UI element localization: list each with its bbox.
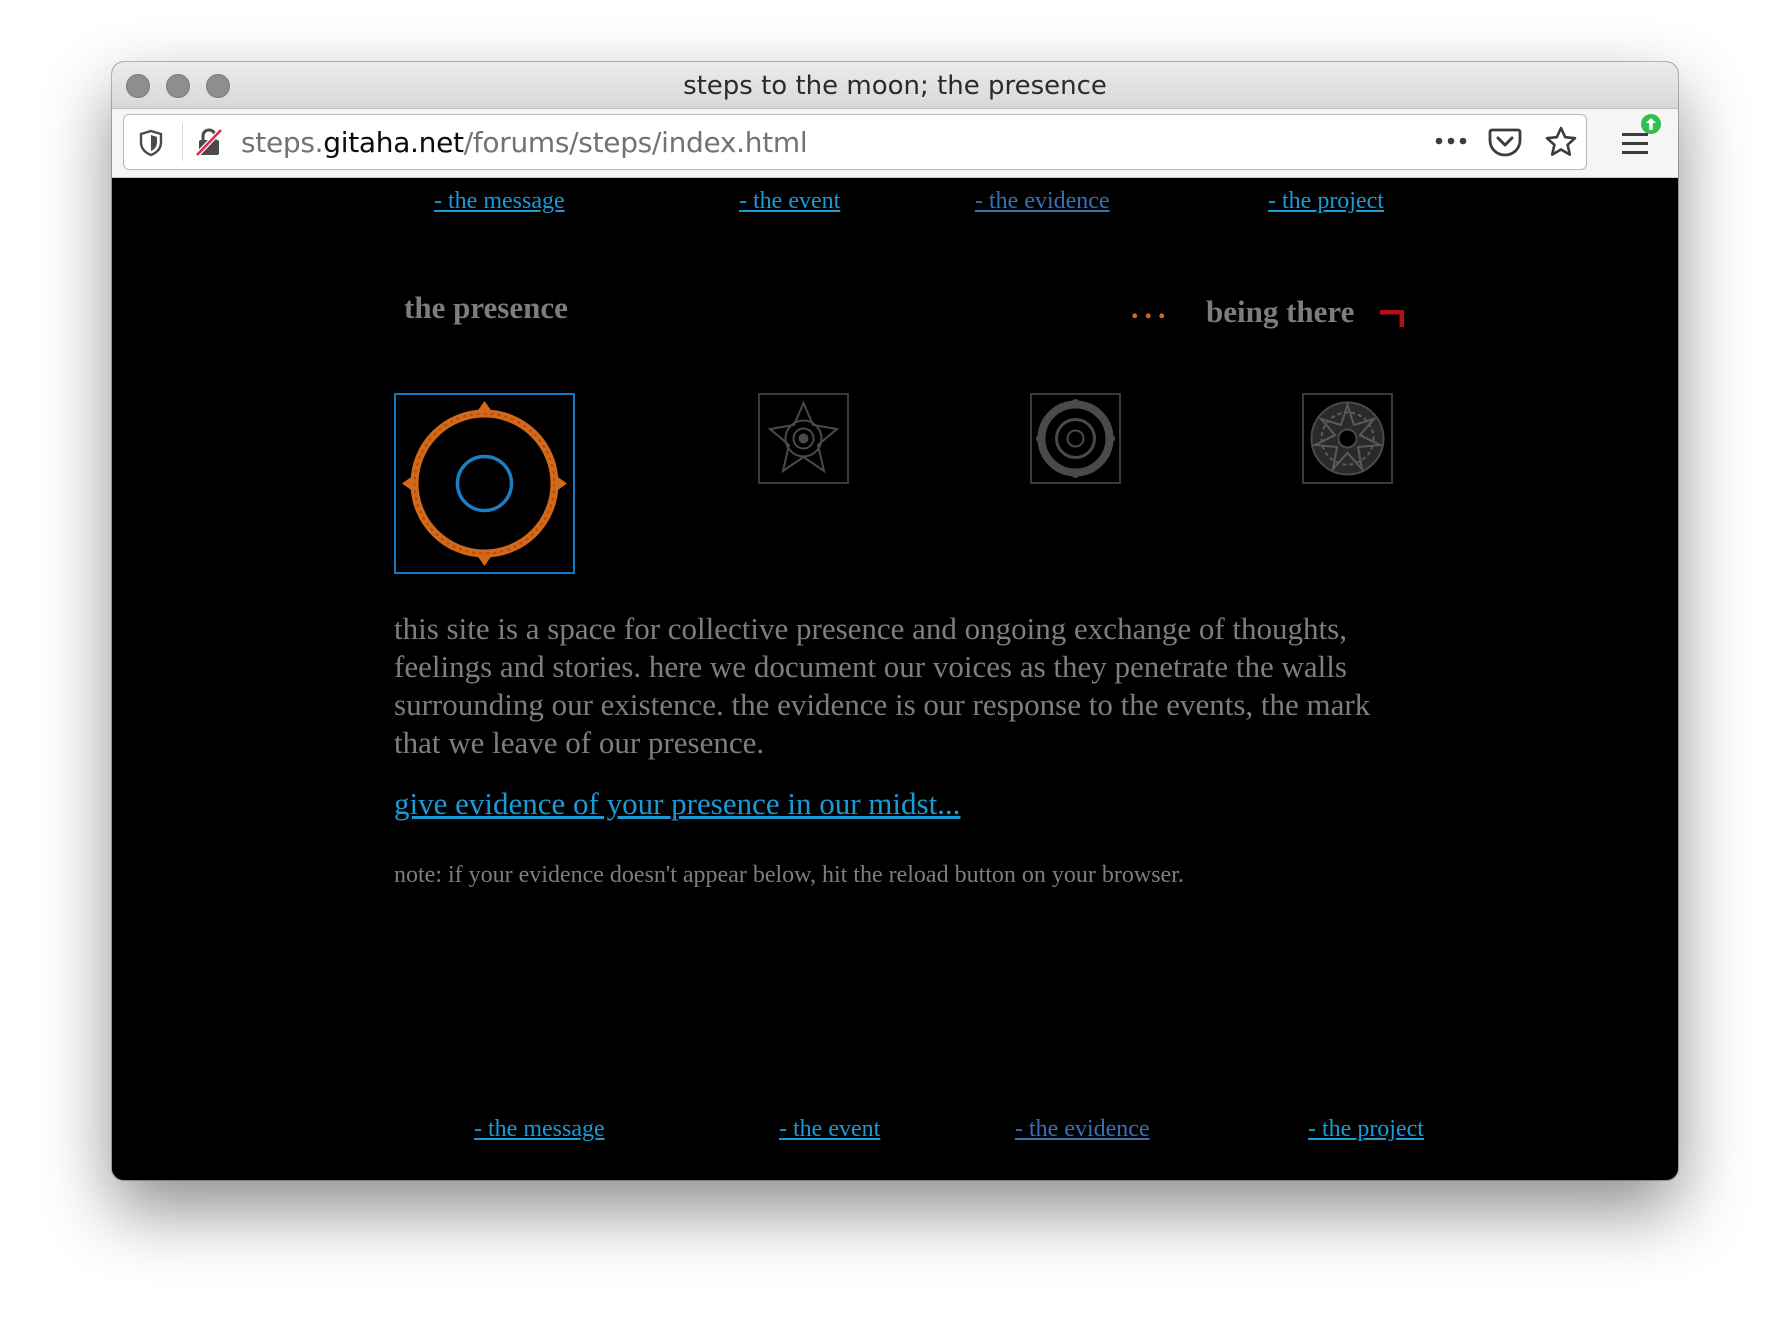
insecure-lock-icon[interactable]: [194, 127, 224, 162]
ellipsis-dots: ...: [1131, 292, 1172, 325]
page-heading: the presence: [404, 290, 568, 325]
star-mandala-icon: [767, 400, 840, 474]
url-bar[interactable]: steps.gitaha.net/forums/steps/index.html: [123, 114, 1587, 170]
intro-paragraph: this site is a space for collective pres…: [394, 611, 1371, 760]
url-prefix: steps.: [241, 126, 324, 159]
more-actions-icon[interactable]: [1434, 131, 1468, 156]
ornate-mandala-icon: [1310, 401, 1385, 476]
nav-bottom-evidence-link[interactable]: - the evidence: [1015, 1116, 1150, 1143]
page-content: - the message - the event - the evidence…: [112, 178, 1678, 1180]
nav-bottom-event-link[interactable]: - the event: [779, 1116, 880, 1143]
url-text[interactable]: steps.gitaha.net/forums/steps/index.html: [241, 126, 808, 159]
url-domain: gitaha.net: [323, 126, 464, 159]
window-title: steps to the moon; the presence: [683, 71, 1107, 101]
nav-top-project-link[interactable]: - the project: [1268, 188, 1384, 215]
corner-mark-icon: [1380, 309, 1405, 333]
nav-bottom-project-link[interactable]: - the project: [1308, 1116, 1424, 1143]
url-path: /forums/steps/index.html: [463, 126, 808, 159]
nav-top-event-link[interactable]: - the event: [739, 188, 840, 215]
presence-thumbnail-4[interactable]: [1302, 393, 1393, 484]
update-badge-icon[interactable]: [1640, 113, 1662, 140]
nav-top-message-link[interactable]: - the message: [434, 188, 565, 215]
presence-thumbnail-3[interactable]: [1030, 393, 1121, 484]
reload-note: note: if your evidence doesn't appear be…: [394, 862, 1184, 888]
give-evidence-link[interactable]: give evidence of your presence in our mi…: [394, 786, 960, 822]
nav-bottom-message-link[interactable]: - the message: [474, 1116, 605, 1143]
presence-thumbnail-active[interactable]: [394, 393, 575, 574]
url-bar-separator: [182, 123, 183, 161]
shield-icon[interactable]: [138, 129, 164, 162]
title-bar: steps to the moon; the presence: [112, 62, 1678, 109]
star-icon[interactable]: [1544, 125, 1578, 164]
presence-thumbnail-2[interactable]: [758, 393, 849, 484]
tagline: being there: [1206, 294, 1355, 329]
nav-top-evidence-link[interactable]: - the evidence: [975, 188, 1110, 215]
orange-ring-emblem-icon: [402, 401, 567, 566]
ring-mandala-icon: [1036, 399, 1115, 478]
browser-window: steps to the moon; the presence steps.gi…: [112, 62, 1678, 1180]
navigation-toolbar: steps.gitaha.net/forums/steps/index.html: [112, 109, 1678, 178]
pocket-icon[interactable]: [1488, 126, 1522, 163]
